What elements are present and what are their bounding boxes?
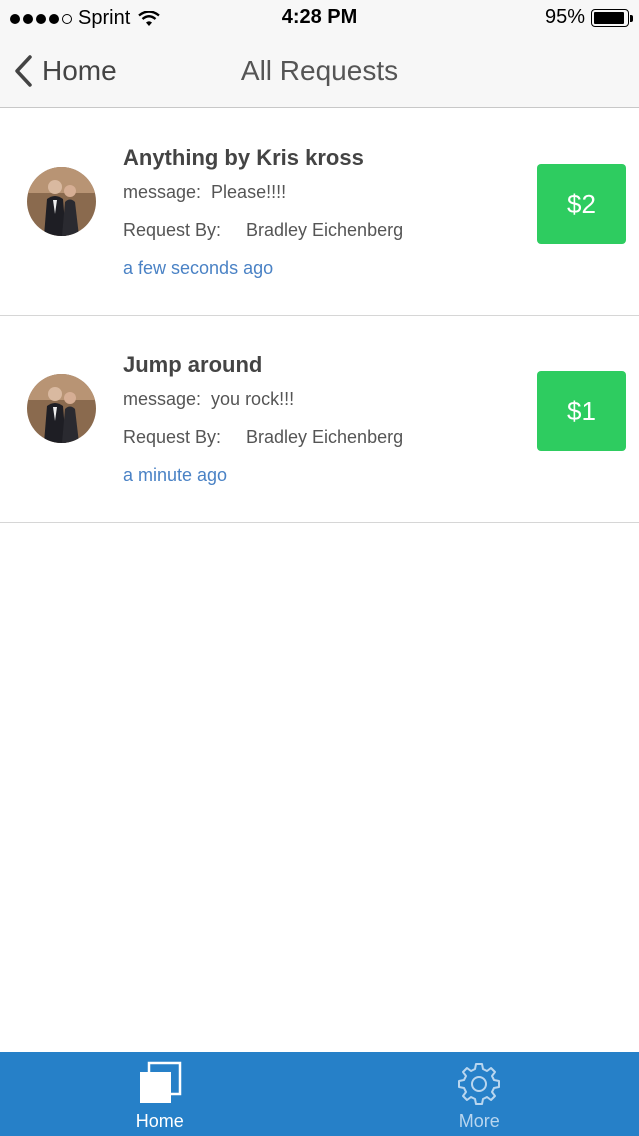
tab-home[interactable]: Home bbox=[0, 1052, 320, 1136]
home-squares-icon bbox=[139, 1061, 181, 1103]
back-button-label: Home bbox=[42, 55, 117, 86]
request-timestamp: a minute ago bbox=[123, 465, 228, 485]
tab-more-label: More bbox=[458, 1111, 500, 1131]
request-by-name: Bradley Eichenberg bbox=[246, 220, 404, 240]
request-by: Request By: Bradley Eichenberg bbox=[123, 427, 403, 448]
request-by-name: Bradley Eichenberg bbox=[246, 427, 404, 447]
request-title: Jump around bbox=[123, 352, 263, 377]
status-time: 4:28 PM bbox=[281, 6, 358, 28]
battery-fill bbox=[594, 11, 625, 24]
tab-bar: Home More bbox=[0, 1052, 639, 1136]
navigation-bar: Home All Requests bbox=[0, 36, 639, 108]
tab-home-label: Home bbox=[135, 1111, 184, 1131]
battery-percent: 95% bbox=[544, 6, 585, 28]
request-by: Request By: Bradley Eichenberg bbox=[123, 220, 403, 241]
status-right: 95% bbox=[544, 6, 633, 29]
battery-icon bbox=[591, 8, 633, 27]
request-by-label: Request By: bbox=[123, 220, 222, 240]
avatar bbox=[27, 374, 96, 443]
request-list: Anything by Kris kross message: Please!!… bbox=[0, 109, 639, 523]
request-message: message: you rock!!! bbox=[123, 389, 295, 409]
request-row[interactable]: Jump around message: you rock!!! Request… bbox=[0, 316, 639, 523]
back-button[interactable]: Home bbox=[12, 54, 117, 88]
request-title: Anything by Kris kross bbox=[123, 145, 364, 170]
request-timestamp: a few seconds ago bbox=[123, 258, 274, 278]
tab-more[interactable]: More bbox=[320, 1052, 639, 1136]
price-button[interactable]: $2 bbox=[537, 164, 626, 244]
chevron-left-icon bbox=[15, 55, 32, 87]
price-button[interactable]: $1 bbox=[537, 371, 626, 451]
gear-icon bbox=[458, 1063, 501, 1105]
request-by-label: Request By: bbox=[123, 427, 222, 447]
status-bar: Sprint 4:28 PM 95% bbox=[0, 0, 639, 36]
avatar bbox=[27, 167, 96, 236]
request-row[interactable]: Anything by Kris kross message: Please!!… bbox=[0, 109, 639, 316]
request-message: message: Please!!!! bbox=[123, 182, 287, 202]
